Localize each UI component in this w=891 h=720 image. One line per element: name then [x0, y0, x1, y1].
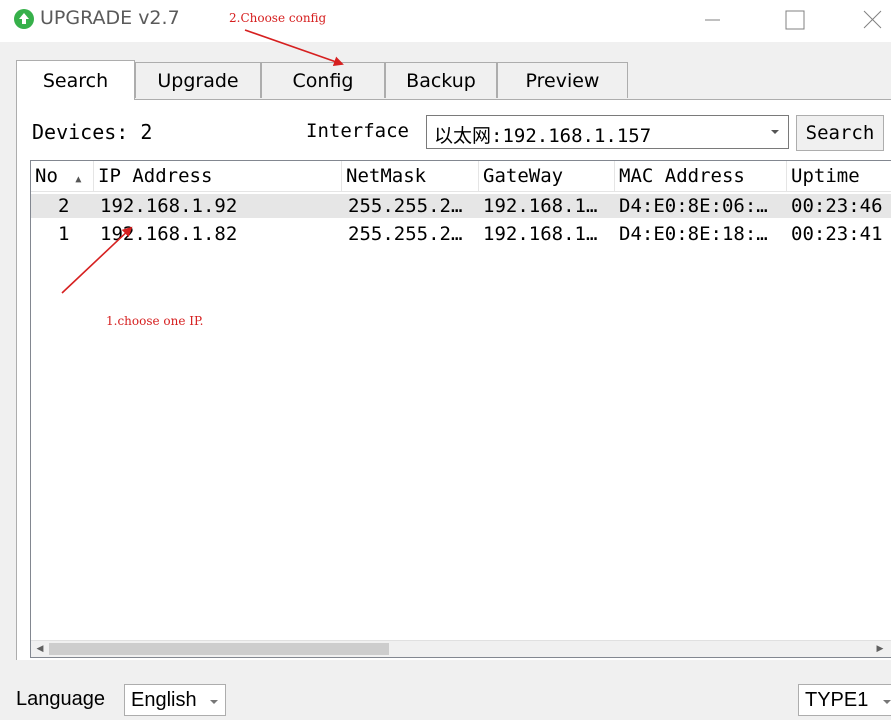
type-value: TYPE1 [805, 689, 869, 711]
search-button[interactable]: Search [796, 115, 884, 151]
table-header: No ▲ IP Address NetMask GateWay MAC Addr… [31, 161, 891, 192]
cell-netmask: 255.255.2… [348, 195, 463, 217]
tab-upgrade[interactable]: Upgrade [135, 62, 261, 98]
chevron-down-icon [771, 130, 779, 134]
chevron-down-icon [883, 700, 891, 704]
language-label: Language [16, 688, 105, 710]
maximize-icon [785, 10, 805, 30]
tab-config[interactable]: Config [261, 62, 385, 98]
column-header-uptime[interactable]: Uptime [787, 161, 891, 191]
column-header-label: No [35, 165, 58, 187]
scroll-left-icon[interactable]: ◀ [33, 643, 47, 655]
column-header-no[interactable]: No ▲ [31, 161, 94, 191]
cell-ip: 192.168.1.92 [100, 195, 238, 217]
cell-uptime: 00:23:41 [791, 223, 883, 245]
tab-backup[interactable]: Backup [385, 62, 497, 98]
tab-strip: Search Upgrade Config Backup Preview [16, 60, 628, 100]
window-title: UPGRADE v2.7 [40, 7, 180, 29]
column-header-netmask[interactable]: NetMask [342, 161, 479, 191]
close-icon [863, 10, 882, 29]
minimize-button[interactable] [690, 0, 734, 40]
type-select[interactable]: TYPE1 [798, 684, 891, 716]
language-select[interactable]: English [124, 684, 226, 716]
upload-arrow-icon [14, 9, 34, 29]
interface-select[interactable]: 以太网:192.168.1.157 [426, 115, 789, 149]
tab-search[interactable]: Search [16, 60, 135, 100]
cell-ip: 192.168.1.82 [100, 223, 238, 245]
devices-count-label: Devices: 2 [32, 120, 153, 144]
cell-gateway: 192.168.1… [483, 223, 598, 245]
sort-up-icon: ▲ [69, 174, 82, 185]
scroll-right-icon[interactable]: ▶ [873, 643, 887, 655]
cell-mac: D4:E0:8E:06:… [619, 195, 768, 217]
cell-no: 1 [58, 223, 70, 245]
close-button[interactable] [850, 0, 891, 40]
cell-uptime: 00:23:46 [791, 195, 883, 217]
device-table: No ▲ IP Address NetMask GateWay MAC Addr… [30, 160, 891, 658]
maximize-button[interactable] [773, 0, 817, 40]
cell-gateway: 192.168.1… [483, 195, 598, 217]
minimize-icon [705, 19, 720, 21]
annotation-step2: 2.Choose config [229, 11, 327, 25]
column-header-gateway[interactable]: GateWay [479, 161, 615, 191]
language-value: English [131, 689, 197, 711]
column-header-ip[interactable]: IP Address [94, 161, 342, 191]
table-row[interactable]: 1 192.168.1.82 255.255.2… 192.168.1… D4:… [31, 222, 891, 246]
interface-value: 以太网:192.168.1.157 [434, 125, 652, 147]
cell-mac: D4:E0:8E:18:… [619, 223, 768, 245]
cell-netmask: 255.255.2… [348, 223, 463, 245]
chevron-down-icon [210, 700, 218, 704]
column-header-mac[interactable]: MAC Address [615, 161, 787, 191]
tab-preview[interactable]: Preview [497, 62, 628, 98]
annotation-step1: 1.choose one IP. [106, 314, 204, 328]
table-row[interactable]: 2 192.168.1.92 255.255.2… 192.168.1… D4:… [31, 194, 891, 218]
cell-no: 2 [58, 195, 70, 217]
interface-label: Interface [306, 120, 409, 142]
scrollbar-thumb[interactable] [49, 643, 389, 655]
horizontal-scrollbar[interactable]: ◀ ▶ [31, 640, 891, 657]
